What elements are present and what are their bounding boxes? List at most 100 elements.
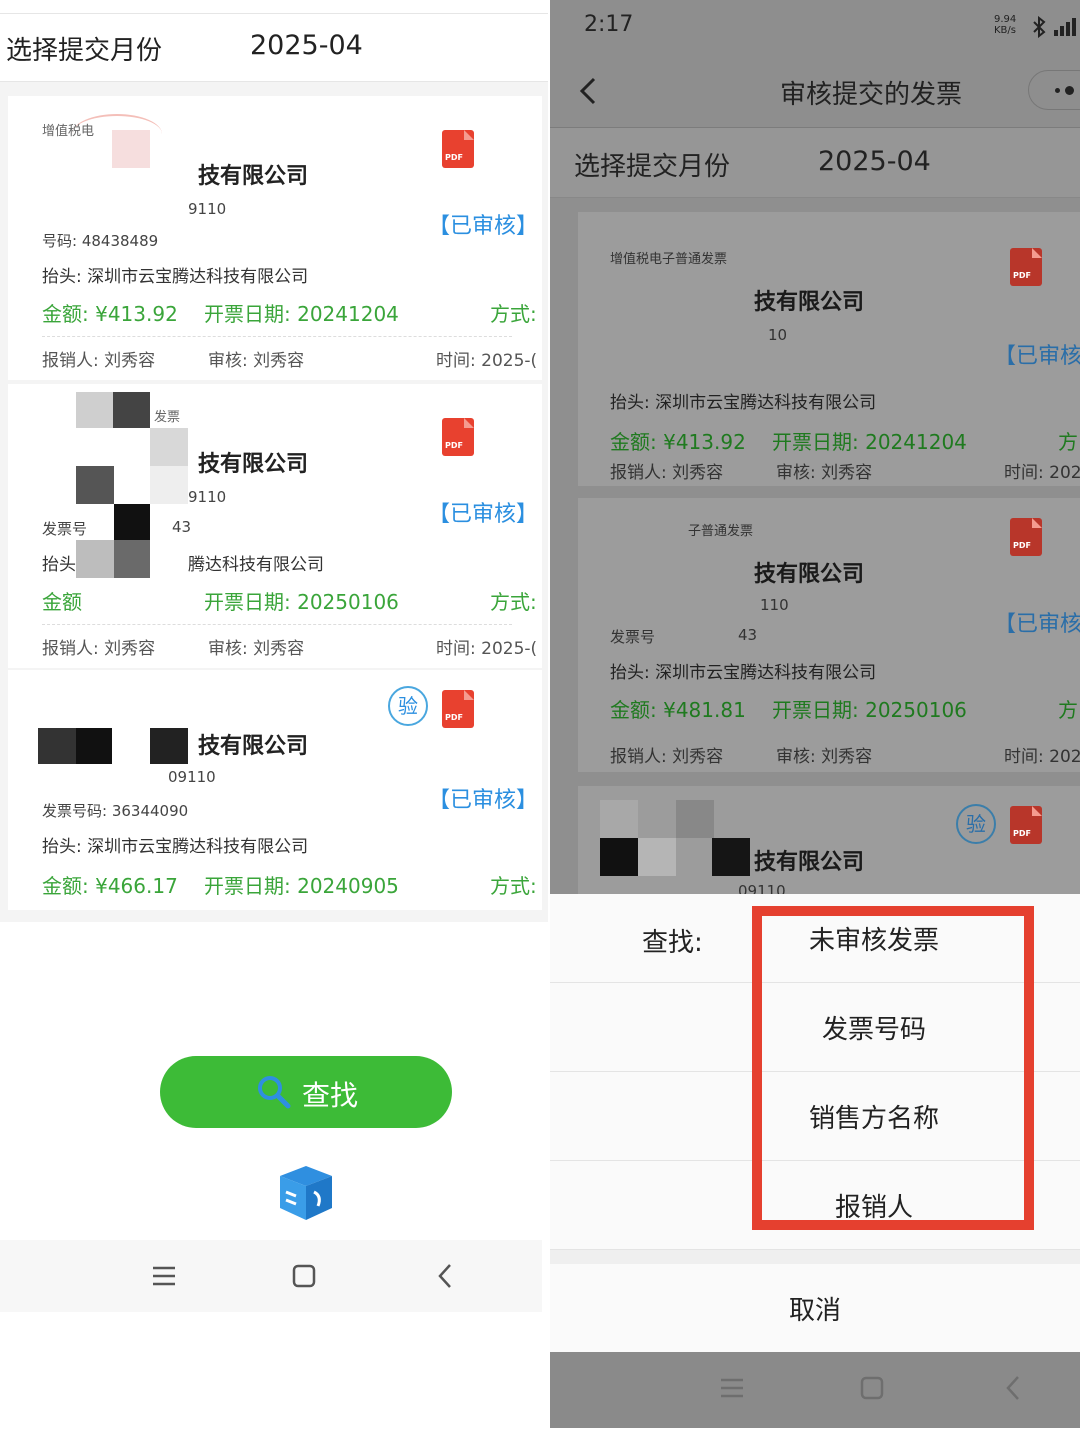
- search-button[interactable]: 查找: [160, 1056, 452, 1128]
- invoice-card[interactable]: 发票 技有限公司 9110 发票号 43 抬头 腾达科技有限公司 金额 开票日期…: [8, 384, 542, 668]
- reviewer: 审核: 刘秀容: [208, 639, 305, 659]
- method: 方式:: [490, 590, 537, 614]
- redacted-block: [114, 540, 150, 578]
- reimburser: 报销人: 刘秀容: [610, 747, 724, 767]
- pdf-icon[interactable]: PDF: [442, 690, 474, 728]
- pdf-icon[interactable]: PDF: [442, 130, 474, 168]
- highlight-box: [752, 906, 1034, 1230]
- invoice-number: 发票号: [610, 628, 656, 646]
- back-icon[interactable]: [432, 1262, 460, 1290]
- page-title: 审核提交的发票: [780, 80, 963, 110]
- method: 方式:: [490, 874, 537, 898]
- issue-date: 开票日期: 20241204: [772, 430, 967, 454]
- back-arrow-icon[interactable]: [576, 76, 600, 106]
- month-label: 选择提交月份: [574, 152, 731, 182]
- reviewer: 审核: 刘秀容: [776, 463, 873, 483]
- seller-name: 技有限公司: [198, 734, 309, 759]
- redacted-block: [76, 392, 150, 428]
- right-screen: 2:17 9.94 KB/s 审核提交的发票 选择提交月份 2025-04 增值…: [550, 0, 1080, 1428]
- amount: 金额: ¥413.92: [42, 302, 178, 326]
- seller-name: 技有限公司: [754, 290, 865, 315]
- pdf-icon[interactable]: PDF: [1010, 806, 1042, 844]
- month-label: 选择提交月份: [6, 36, 163, 66]
- payer: 抬头: 深圳市云宝腾达科技有限公司: [610, 393, 877, 413]
- issue-date: 开票日期: 20250106: [204, 590, 399, 614]
- net-speed: 9.94: [994, 14, 1017, 25]
- reimburser: 报销人: 刘秀容: [42, 351, 156, 371]
- redacted-block: [600, 800, 638, 838]
- pdf-icon-label: PDF: [1013, 829, 1031, 838]
- find-label: 查找:: [642, 928, 703, 958]
- tax-id: 9110: [188, 200, 227, 218]
- redacted-block: [150, 728, 188, 764]
- pdf-icon[interactable]: PDF: [1010, 518, 1042, 556]
- month-selector[interactable]: 选择提交月份 2025-04: [0, 14, 548, 82]
- home-icon[interactable]: [858, 1374, 886, 1402]
- clock: 2:17: [584, 12, 634, 37]
- invoice-list: 增值税电 技有限公司 9110 号码: 48438489 抬头: 深圳市云宝腾达…: [0, 82, 548, 922]
- pdf-icon-label: PDF: [1013, 271, 1031, 280]
- seller-name: 技有限公司: [198, 164, 309, 189]
- invoice-card[interactable]: 技有限公司 09110 发票号码: 36344090 抬头: 深圳市云宝腾达科技…: [8, 670, 542, 910]
- search-icon: [258, 1076, 291, 1109]
- pdf-icon[interactable]: PDF: [442, 418, 474, 456]
- verify-icon[interactable]: 验: [388, 686, 428, 726]
- pdf-icon-label: PDF: [1013, 541, 1031, 550]
- back-icon[interactable]: [1000, 1374, 1028, 1402]
- submit-time: 时间: 202: [1004, 463, 1080, 483]
- amount: 金额: ¥481.81: [610, 698, 746, 722]
- signal-icon: [1054, 18, 1076, 36]
- payer: 抬头: 深圳市云宝腾达科技有限公司: [42, 267, 309, 287]
- menu-icon[interactable]: [150, 1262, 178, 1290]
- divider: [42, 336, 512, 337]
- invoice-card[interactable]: 子普通发票 技有限公司 110 发票号 43 抬头: 深圳市云宝腾达科技有限公司…: [578, 498, 1080, 772]
- invoice-type: 增值税电: [42, 124, 95, 139]
- redacted-block: [712, 838, 750, 876]
- invoice-type: 发票: [154, 410, 181, 425]
- status-badge: 【已审核: [994, 612, 1080, 637]
- method: 方: [1058, 698, 1078, 722]
- invoice-number: 发票号: [42, 520, 88, 538]
- status-icons: 9.94 KB/s: [994, 14, 1016, 36]
- redacted-block: [38, 728, 76, 764]
- divider: [42, 624, 512, 625]
- verify-icon[interactable]: 验: [956, 804, 996, 844]
- menu-icon[interactable]: [718, 1374, 746, 1402]
- issue-date: 开票日期: 20240905: [204, 874, 399, 898]
- net-unit: KB/s: [994, 25, 1016, 36]
- pdf-icon[interactable]: PDF: [1010, 248, 1042, 286]
- home-icon[interactable]: [290, 1262, 318, 1290]
- seller-name: 技有限公司: [754, 562, 865, 587]
- redacted-block: [150, 466, 188, 504]
- amount: 金额: ¥466.17: [42, 874, 178, 898]
- pdf-icon-label: PDF: [445, 153, 463, 162]
- payer-tail: 腾达科技有限公司: [188, 555, 324, 575]
- reimburser: 报销人: 刘秀容: [610, 463, 724, 483]
- more-options-icon[interactable]: [1028, 70, 1080, 110]
- package-icon[interactable]: [270, 1162, 336, 1224]
- sheet-gap: [550, 1250, 1080, 1264]
- method: 方式:: [490, 302, 537, 326]
- month-selector[interactable]: 选择提交月份 2025-04: [550, 128, 1080, 198]
- issue-date: 开票日期: 20241204: [204, 302, 399, 326]
- redacted-block: [112, 130, 150, 168]
- invoice-type: 增值税电子普通发票: [610, 252, 728, 267]
- cancel-button[interactable]: 取消: [550, 1264, 1080, 1352]
- issue-date: 开票日期: 20250106: [772, 698, 967, 722]
- month-value[interactable]: 2025-04: [250, 30, 363, 61]
- reimburser: 报销人: 刘秀容: [42, 639, 156, 659]
- submit-time: 时间: 2025-(: [436, 639, 538, 659]
- redacted-block: [76, 540, 114, 578]
- reviewer: 审核: 刘秀容: [208, 351, 305, 371]
- reviewer: 审核: 刘秀容: [776, 747, 873, 767]
- redacted-block: [76, 728, 112, 764]
- month-value[interactable]: 2025-04: [818, 146, 931, 177]
- redacted-block: [114, 504, 150, 540]
- status-badge: 【已审核】: [428, 788, 539, 813]
- tax-id: 110: [760, 596, 789, 614]
- invoice-card[interactable]: 增值税电子普通发票 技有限公司 10 抬头: 深圳市云宝腾达科技有限公司 金额:…: [578, 212, 1080, 486]
- seller-name: 技有限公司: [754, 850, 865, 875]
- top-edge: [0, 0, 548, 14]
- payer: 抬头: 深圳市云宝腾达科技有限公司: [42, 837, 309, 857]
- invoice-card[interactable]: 增值税电 技有限公司 9110 号码: 48438489 抬头: 深圳市云宝腾达…: [8, 96, 542, 380]
